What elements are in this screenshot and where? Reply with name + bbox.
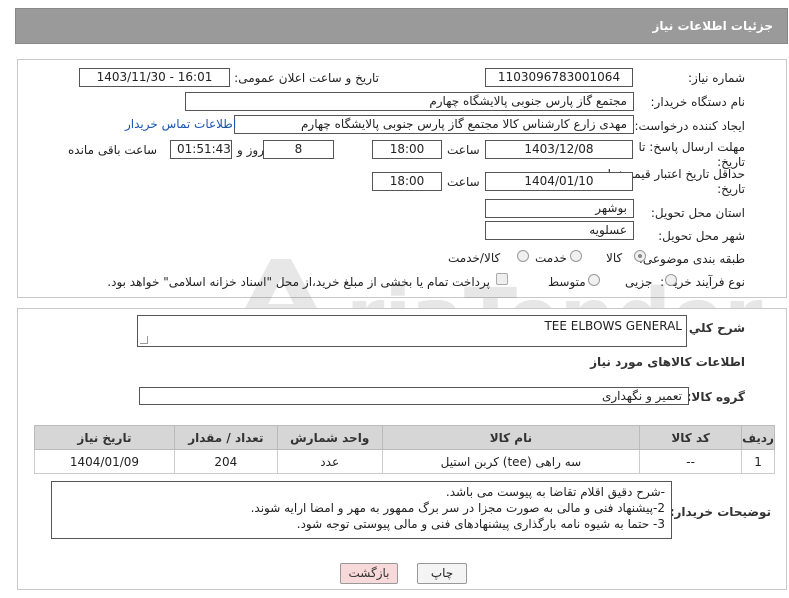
buyer-notes-label: توضیحات خریدار: [669,505,771,519]
buyer-note-line-2: 2-پیشنهاد فنی و مالی به صورت مجزا در سر … [250,501,665,515]
cell-name: سه راهی (tee) کربن استیل [381,449,641,474]
buyer-notes-field: -شرح دقیق اقلام تقاضا به پیوست می باشد. … [51,481,672,539]
page-title: جزئیات اطلاعات نیاز [652,19,773,33]
city-field: عسلویه [485,221,634,240]
print-button[interactable]: چاپ [417,563,467,584]
col-unit: واحد شمارش [276,425,383,450]
announce-date-label: تاریخ و ساعت اعلان عمومی: [234,71,379,85]
goods-table: ردیف کد کالا نام کالا واحد شمارش تعداد /… [34,425,775,474]
days-remaining-field: 8 [263,140,334,159]
cell-row: 1 [741,449,775,474]
col-name: نام کالا [381,425,641,450]
category-radio-service[interactable] [570,250,582,262]
page-header: جزئیات اطلاعات نیاز [15,8,788,44]
deadline-date-field: 1403/12/08 [485,140,633,159]
category-option-service: خدمت [535,251,567,265]
category-radio-goods-service[interactable] [517,250,529,262]
buyer-note-line-3: 3- حتما به شیوه نامه بارگذاری پیشنهادهای… [296,517,665,531]
goods-group-field: تعمیر و نگهداری [139,387,689,405]
remaining-time-field: 01:51:43 [170,140,232,159]
deadline-time-label: ساعت [447,143,480,157]
treasury-payment-note: پرداخت تمام یا بخشی از مبلغ خرید،از محل … [107,275,490,289]
category-option-goods-service: کالا/خدمت [448,251,501,265]
col-code: کد کالا [639,425,743,450]
general-description-field: TEE ELBOWS GENERAL [137,315,687,347]
goods-group-label: گروه کالا: [686,390,745,404]
buyer-org-field: مجتمع گاز پارس جنوبی پالایشگاه چهارم [185,92,634,111]
process-option-medium: متوسط [548,275,586,289]
col-quantity: تعداد / مقدار [173,425,278,450]
remaining-time-label: ساعت باقی مانده [68,143,158,157]
requester-label: ایجاد کننده درخواست: [634,119,745,133]
col-need-date: تاریخ نیاز [34,425,175,450]
cell-unit: عدد [276,449,383,474]
resize-grip-icon[interactable] [140,336,148,344]
table-row: 1 -- سه راهی (tee) کربن استیل عدد 204 14… [34,449,775,474]
requester-field: مهدی زارع کارشناس کالا مجتمع گاز پارس جن… [234,115,634,134]
back-button[interactable]: بازگشت [340,563,398,584]
process-option-minor: جزیی [625,275,653,289]
goods-info-title: اطلاعات کالاهای مورد نیاز [590,355,745,369]
category-label: طبقه بندی موضوعی: [638,252,745,266]
buyer-note-line-1: -شرح دقیق اقلام تقاضا به پیوست می باشد. [445,485,665,499]
treasury-payment-checkbox[interactable] [496,273,508,285]
days-label: روز و [237,143,264,157]
need-number-label: شماره نیاز: [688,71,745,85]
price-validity-date-field: 1404/01/10 [485,172,633,191]
buyer-contact-link[interactable]: اطلاعات تماس خریدار [125,117,236,131]
need-number-field: 1103096783001064 [485,68,633,87]
buyer-org-label: نام دستگاه خریدار: [650,95,746,109]
process-radio-medium[interactable] [588,274,600,286]
cell-quantity: 204 [173,449,278,474]
category-option-goods: کالا [606,251,623,265]
announce-date-field: 1403/11/30 - 16:01 [79,68,230,87]
cell-need-date: 1404/01/09 [34,449,175,474]
category-radio-goods[interactable] [634,250,646,262]
city-label: شهر محل تحویل: [658,229,745,243]
general-description-text: TEE ELBOWS GENERAL [544,319,682,333]
deadline-time-field: 18:00 [372,140,442,159]
province-label: استان محل تحویل: [650,206,745,220]
deadline-label: مهلت ارسال پاسخ: تا [638,140,745,154]
province-field: بوشهر [485,199,634,218]
price-validity-date-label: تاریخ: [717,182,745,196]
table-header-row: ردیف کد کالا نام کالا واحد شمارش تعداد /… [34,425,775,450]
process-radio-minor[interactable] [665,274,677,286]
col-row: ردیف [741,425,775,450]
cell-code: -- [639,449,743,474]
price-validity-time-field: 18:00 [372,172,442,191]
price-validity-time-label: ساعت [447,175,480,189]
